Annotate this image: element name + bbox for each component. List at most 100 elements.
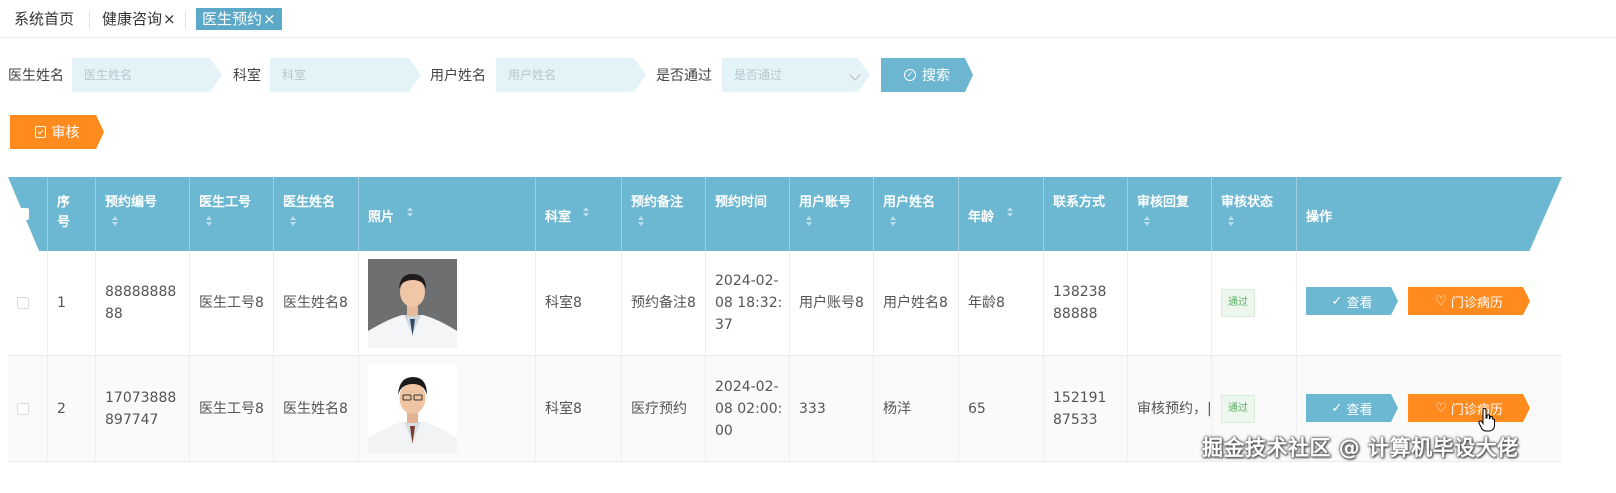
select-all-checkbox[interactable] [17,208,29,220]
row-checkbox-cell [8,251,48,355]
cell-user-name: 用户姓名8 [874,251,959,355]
sort-icon[interactable] [890,216,896,226]
sort-icon[interactable] [112,216,118,226]
header-department[interactable]: 科室 [536,177,622,251]
table-row: 1 8888888888 医生工号8 医生姓名8 科室8 预约备注8 2024-… [8,251,1562,356]
department-input[interactable] [270,58,421,92]
cell-index: 2 [48,356,96,461]
header-photo[interactable]: 照片 [359,177,536,251]
header-photo-label: 照片 [368,210,395,225]
cell-actions: ✓ 查看 ♡ 门诊病历 [1297,251,1562,355]
cell-department: 科室8 [536,251,622,355]
cell-booking-note: 医疗预约 [622,356,706,461]
sort-icon[interactable] [583,207,589,217]
cell-photo [359,356,536,461]
cell-doctor-id: 医生工号8 [190,356,274,461]
status-badge: 通过 [1221,289,1255,317]
header-user-name[interactable]: 用户姓名 [874,177,959,251]
search-button-label: 搜索 [922,67,950,83]
row-checkbox[interactable] [17,402,29,415]
cell-contact-text: 15219187533 [1053,389,1107,428]
department-label: 科室 [233,68,261,84]
header-actions: 操作 [1297,177,1562,251]
view-button[interactable]: ✓ 查看 [1306,394,1398,422]
header-doctor-id-label: 医生工号 [199,195,252,210]
cell-booking-time: 2024-02-08 18:32:37 [706,251,790,355]
cell-audit-reply [1128,251,1212,355]
close-icon[interactable]: × [263,10,276,28]
header-audit-reply-label: 审核回复 [1137,195,1190,210]
doctor-photo[interactable] [368,258,457,348]
cell-doctor-name: 医生姓名8 [274,356,359,461]
sort-icon[interactable] [806,216,812,226]
cell-booking-time-text: 2024-02-08 18:32:37 [715,273,783,333]
sort-icon[interactable] [638,216,644,226]
view-button[interactable]: ✓ 查看 [1306,287,1398,315]
approved-select[interactable] [722,58,870,92]
cell-user-account: 用户账号8 [790,251,874,355]
heart-icon: ♡ [1435,400,1447,415]
cell-contact: 15219187533 [1044,356,1128,461]
cell-booking-no-text: 17073888897747 [105,389,177,428]
header-department-label: 科室 [545,210,572,225]
search-button[interactable]: ✓ 搜索 [881,58,973,92]
doctor-name-input[interactable] [72,58,222,92]
cell-department: 科室8 [536,356,622,461]
medical-record-button[interactable]: ♡ 门诊病历 [1408,394,1530,422]
medical-record-button[interactable]: ♡ 门诊病历 [1408,287,1530,315]
watermark: 掘金技术社区 @ 计算机毕设大佬 [1202,436,1519,460]
cell-audit-reply: 审核预约，| [1128,356,1212,461]
row-checkbox[interactable] [17,297,29,309]
sort-icon[interactable] [290,216,296,226]
header-age[interactable]: 年龄 [959,177,1044,251]
row-checkbox-cell [8,356,48,461]
close-icon[interactable]: × [163,10,176,28]
sort-icon[interactable] [1144,216,1150,226]
cell-user-name: 杨洋 [874,356,959,461]
doctor-photo[interactable] [368,364,457,453]
cell-doctor-id: 医生工号8 [190,251,274,355]
cell-index: 1 [48,251,96,355]
sort-icon[interactable] [1007,207,1013,217]
tab-home-label: 系统首页 [14,10,75,28]
header-age-label: 年龄 [968,210,995,225]
tab-divider [89,11,90,29]
cell-booking-note: 预约备注8 [622,251,706,355]
doctor-name-label: 医生姓名 [8,68,64,84]
cell-age: 65 [959,356,1044,461]
tab-doctor-booking[interactable]: 医生预约× [196,8,282,30]
view-button-label: 查看 [1346,294,1373,310]
header-audit-reply[interactable]: 审核回复 [1128,177,1212,251]
audit-button[interactable]: 审核 [10,115,104,149]
cell-booking-no: 8888888888 [96,251,190,355]
header-user-name-label: 用户姓名 [883,195,936,210]
header-user-account[interactable]: 用户账号 [790,177,874,251]
header-actions-label: 操作 [1306,210,1333,225]
cell-booking-time-text: 2024-02-08 02:00:00 [715,378,783,439]
tab-health-consult-label: 健康咨询 [102,10,163,28]
header-booking-no[interactable]: 预约编号 [96,177,190,251]
tab-home[interactable]: 系统首页 [12,8,76,30]
header-contact-label: 联系方式 [1053,195,1106,210]
cell-age: 年龄8 [959,251,1044,355]
header-booking-note[interactable]: 预约备注 [622,177,706,251]
header-doctor-id[interactable]: 医生工号 [190,177,274,251]
header-booking-time-label: 预约时间 [715,195,768,210]
medical-record-button-label: 门诊病历 [1450,294,1503,310]
cell-booking-time: 2024-02-08 02:00:00 [706,356,790,461]
audit-button-label: 审核 [51,124,80,140]
user-name-label: 用户姓名 [430,68,486,84]
tab-divider [185,11,186,29]
cell-user-account: 333 [790,356,874,461]
header-index: 序号 [48,177,96,251]
tab-health-consult[interactable]: 健康咨询× [100,8,178,30]
header-doctor-name[interactable]: 医生姓名 [274,177,359,251]
cell-contact: 13823888888 [1044,251,1128,355]
sort-icon[interactable] [407,207,413,217]
header-audit-status[interactable]: 审核状态 [1212,177,1297,251]
sort-icon[interactable] [206,216,212,226]
user-name-input[interactable] [496,58,646,92]
header-contact: 联系方式 [1044,177,1128,251]
table-header: 序号 预约编号 医生工号 医生姓名 照片 科室 预约备注 预约时间 用户账号 用… [8,177,1562,251]
sort-icon[interactable] [1228,216,1234,226]
